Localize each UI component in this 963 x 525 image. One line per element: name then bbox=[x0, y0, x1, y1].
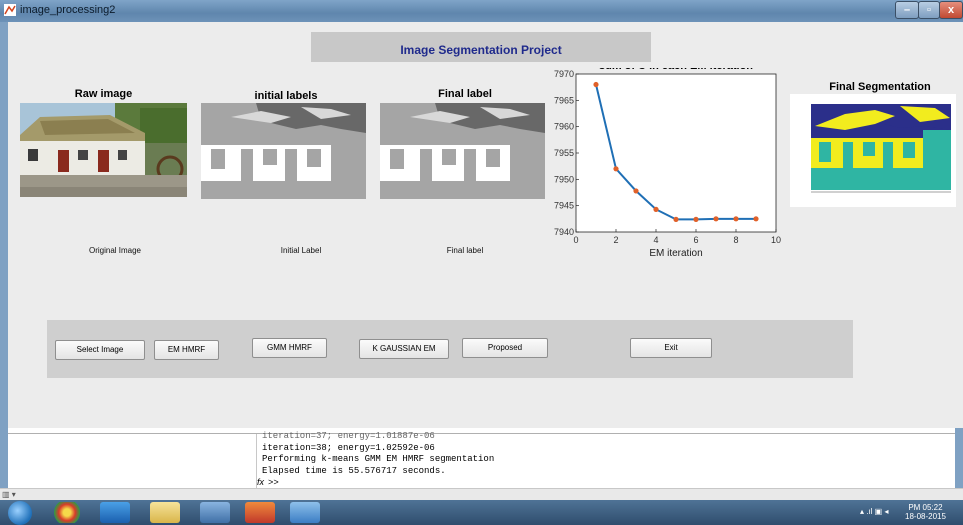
data-point bbox=[713, 216, 719, 222]
tray-clock[interactable]: PM 05:22 18-08-2015 bbox=[905, 503, 946, 521]
status-icon: ▥ ▾ bbox=[2, 490, 16, 499]
select-image-button[interactable]: Select Image bbox=[55, 340, 145, 360]
proposed-button[interactable]: Proposed bbox=[462, 338, 548, 358]
final-label-map bbox=[380, 103, 545, 199]
gmm-hmrf-button[interactable]: GMM HMRF bbox=[252, 338, 327, 358]
x-tick-label: 4 bbox=[653, 235, 658, 245]
k-gaussian-em-button[interactable]: K GAUSSIAN EM bbox=[359, 339, 449, 359]
command-output-line: iteration=38; energy=1.02592e-06 bbox=[262, 443, 435, 453]
x-tick-label: 10 bbox=[771, 235, 781, 245]
x-axis-label: EM iteration bbox=[649, 248, 702, 259]
window-border-left bbox=[0, 22, 8, 492]
y-tick-label: 7945 bbox=[554, 201, 574, 211]
minimize-button[interactable]: – bbox=[895, 1, 919, 19]
data-point bbox=[653, 206, 659, 212]
data-point bbox=[593, 81, 599, 88]
window-title-bar: image_processing2 – ▫ x bbox=[0, 0, 963, 22]
command-output-line: Elapsed time is 55.576717 seconds. bbox=[262, 466, 446, 476]
x-tick-label: 2 bbox=[613, 235, 618, 245]
minimize-icon: – bbox=[903, 4, 911, 16]
data-point bbox=[633, 188, 639, 194]
close-icon: x bbox=[947, 4, 955, 16]
matlab-editor-icon[interactable] bbox=[200, 502, 230, 523]
maximize-button[interactable]: ▫ bbox=[918, 1, 940, 19]
y-tick-label: 7940 bbox=[554, 227, 574, 237]
y-tick-label: 7970 bbox=[554, 69, 574, 79]
chrome-icon[interactable] bbox=[52, 502, 82, 523]
plot-area bbox=[575, 73, 777, 233]
button-panel: Select Image EM HMRF GMM HMRF K GAUSSIAN… bbox=[47, 320, 853, 378]
project-title: Image Segmentation Project bbox=[400, 43, 562, 57]
x-tick-label: 6 bbox=[693, 235, 698, 245]
exit-button[interactable]: Exit bbox=[630, 338, 712, 358]
final-segmentation-image bbox=[805, 100, 955, 198]
command-prompt[interactable]: >> bbox=[268, 478, 279, 488]
y-tick-label: 7950 bbox=[554, 174, 574, 184]
maximize-icon: ▫ bbox=[927, 4, 931, 16]
outlook-icon[interactable] bbox=[100, 502, 130, 523]
y-tick-label: 7955 bbox=[554, 148, 574, 158]
screen-app-icon[interactable] bbox=[290, 502, 320, 523]
data-point bbox=[733, 216, 739, 222]
final-label-caption: Final label bbox=[446, 246, 484, 255]
chart-title: sum of U in each EM iteration bbox=[599, 68, 753, 72]
initial-label-image bbox=[201, 103, 366, 199]
em-iteration-chart: sum of U in each EM iteration 0 2 4 6 8 10 7940… bbox=[546, 60, 786, 263]
close-button[interactable]: x bbox=[939, 1, 963, 19]
command-output-line: Performing k-means GMM EM HMRF segmentat… bbox=[262, 454, 495, 464]
raw-image-caption: Original Image bbox=[88, 246, 142, 255]
em-hmrf-button[interactable]: EM HMRF bbox=[154, 340, 219, 360]
matlab-icon[interactable] bbox=[245, 502, 275, 523]
window-title: image_processing2 bbox=[20, 4, 116, 16]
command-output-line: iteration=37; energy=1.01887e-06 bbox=[262, 431, 435, 441]
project-title-panel: Image Segmentation Project bbox=[311, 32, 651, 62]
matlab-figure-icon bbox=[4, 4, 16, 16]
x-tick-label: 8 bbox=[733, 235, 738, 245]
windows-start-icon[interactable] bbox=[8, 501, 32, 525]
taskbar: ▴ .ıl ▣ ◂ PM 05:22 18-08-2015 bbox=[0, 500, 963, 525]
initial-labels-title: initial labels bbox=[254, 90, 318, 102]
tray-date: 18-08-2015 bbox=[905, 512, 946, 521]
cottage-photo bbox=[20, 103, 187, 197]
y-tick-label: 7960 bbox=[554, 122, 574, 132]
final-segmentation-title: Final Segmentation bbox=[829, 81, 931, 93]
data-point bbox=[753, 216, 759, 222]
x-tick-label: 0 bbox=[573, 235, 578, 245]
file-explorer-icon[interactable] bbox=[150, 502, 180, 523]
tray-time: PM 05:22 bbox=[908, 503, 943, 512]
data-point bbox=[673, 216, 679, 222]
data-point bbox=[693, 216, 699, 222]
final-label-title: Final label bbox=[438, 88, 492, 100]
raw-image bbox=[20, 103, 187, 197]
final-label-image bbox=[380, 103, 545, 199]
y-tick-label: 7965 bbox=[554, 95, 574, 105]
em-iteration-plot: sum of U in each EM iteration 0 2 4 6 8 10 7940… bbox=[554, 60, 781, 259]
workspace-pane[interactable] bbox=[8, 434, 257, 489]
system-tray-icons[interactable]: ▴ .ıl ▣ ◂ bbox=[860, 507, 888, 516]
data-point bbox=[613, 166, 619, 172]
segmentation-map bbox=[805, 100, 955, 198]
fx-icon[interactable]: fx bbox=[257, 477, 264, 487]
raw-image-title: Raw image bbox=[74, 88, 133, 100]
initial-label-caption: Initial Label bbox=[280, 246, 322, 255]
initial-label-map bbox=[201, 103, 366, 199]
